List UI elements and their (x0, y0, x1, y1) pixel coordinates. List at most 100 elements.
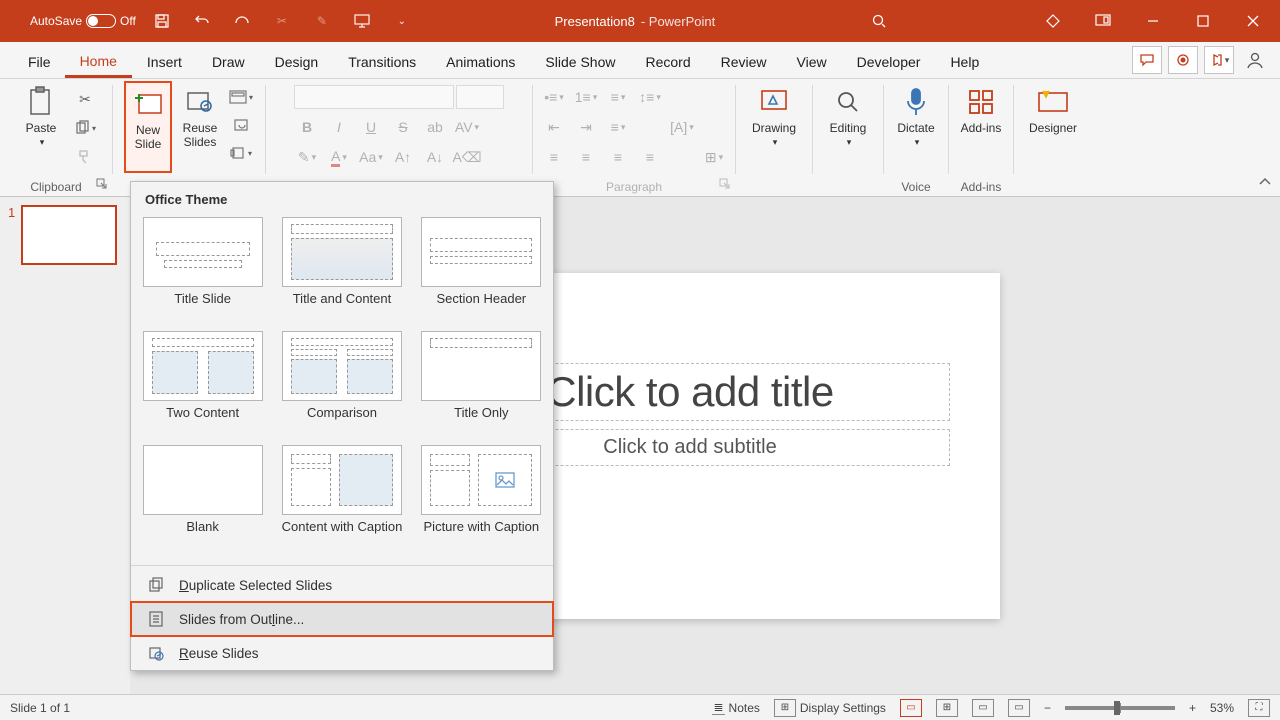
layout-blank[interactable]: Blank (141, 445, 264, 551)
addins-button[interactable]: Add-ins (954, 81, 1008, 173)
layout-title-slide[interactable]: Title Slide (141, 217, 264, 323)
account-icon[interactable] (1240, 50, 1270, 70)
drawing-button[interactable]: Drawing▾ (742, 81, 806, 173)
font-family-combo[interactable] (294, 85, 454, 109)
qat-button[interactable]: ✎ (308, 7, 336, 35)
minimize-button[interactable] (1130, 0, 1176, 42)
paste-button[interactable]: Paste▾ (14, 81, 68, 173)
tab-animations[interactable]: Animations (431, 46, 530, 78)
designer-button[interactable]: Designer (1020, 81, 1086, 173)
share-button[interactable]: ▾ (1204, 46, 1234, 74)
zoom-slider[interactable] (1065, 706, 1175, 710)
display-settings-button[interactable]: ⊞Display Settings (774, 699, 886, 717)
tab-slideshow[interactable]: Slide Show (530, 46, 630, 78)
redo-button[interactable] (228, 7, 256, 35)
format-painter-button[interactable] (72, 145, 98, 169)
numbering-button[interactable]: 1≡▾ (573, 85, 599, 109)
layout-button[interactable]: ▾ (228, 85, 254, 109)
new-slide-button[interactable]: New Slide (124, 81, 172, 173)
view-sorter-button[interactable]: ⊞ (936, 699, 958, 717)
layout-comparison[interactable]: Comparison (280, 331, 403, 437)
shadow-button[interactable]: ab (422, 115, 448, 139)
layout-section-header[interactable]: Section Header (420, 217, 543, 323)
layout-title-content[interactable]: Title and Content (280, 217, 403, 323)
layout-content-caption[interactable]: Content with Caption (280, 445, 403, 551)
maximize-button[interactable] (1180, 0, 1226, 42)
change-case-button[interactable]: Aa▾ (358, 145, 384, 169)
indent-button[interactable]: ⇥ (573, 115, 599, 139)
cut-button[interactable]: ✂ (72, 87, 98, 111)
autosave-toggle[interactable]: AutoSave Off (30, 14, 136, 28)
list-level-button[interactable]: ≡▾ (605, 85, 631, 109)
view-reading-button[interactable]: ▭ (972, 699, 994, 717)
spacing-button[interactable]: AV▾ (454, 115, 480, 139)
layout-two-content[interactable]: Two Content (141, 331, 264, 437)
dedent-button[interactable]: ⇤ (541, 115, 567, 139)
smartart-button[interactable]: ⊞▾ (701, 145, 727, 169)
align-center-button[interactable]: ≡ (573, 145, 599, 169)
dictate-button[interactable]: Dictate▾ (889, 81, 943, 173)
align-right-button[interactable]: ≡ (605, 145, 631, 169)
clear-format-button[interactable]: A⌫ (454, 145, 480, 169)
zoom-out-button[interactable]: − (1044, 701, 1051, 715)
zoom-in-button[interactable]: + (1189, 701, 1196, 715)
present-button[interactable] (348, 7, 376, 35)
tab-home[interactable]: Home (65, 45, 132, 78)
align-text-button[interactable]: ≡▾ (605, 115, 631, 139)
undo-button[interactable] (188, 7, 216, 35)
layout-picture-caption[interactable]: Picture with Caption (420, 445, 543, 551)
reuse-slides-menuitem[interactable]: Reuse Slides (131, 636, 553, 670)
strike-button[interactable]: S (390, 115, 416, 139)
fit-window-button[interactable]: ⛶ (1248, 699, 1270, 717)
view-normal-button[interactable]: ▭ (900, 699, 922, 717)
section-button[interactable]: ▾ (228, 141, 254, 165)
view-slideshow-button[interactable]: ▭ (1008, 699, 1030, 717)
font-size-combo[interactable] (456, 85, 504, 109)
tab-design[interactable]: Design (260, 46, 334, 78)
tab-file[interactable]: File (14, 46, 65, 78)
tab-record[interactable]: Record (630, 46, 705, 78)
slide-thumbnail[interactable] (21, 205, 117, 265)
record-button[interactable] (1168, 46, 1198, 74)
underline-button[interactable]: U (358, 115, 384, 139)
comments-button[interactable] (1132, 46, 1162, 74)
collapse-ribbon-icon[interactable] (1258, 174, 1272, 192)
align-left-button[interactable]: ≡ (541, 145, 567, 169)
ribbon-display-button[interactable] (1080, 0, 1126, 42)
text-direction-button[interactable]: [A]▾ (669, 115, 695, 139)
tab-review[interactable]: Review (706, 46, 782, 78)
editing-button[interactable]: Editing▾ (819, 81, 877, 173)
bold-button[interactable]: B (294, 115, 320, 139)
layout-title-only[interactable]: Title Only (420, 331, 543, 437)
tab-developer[interactable]: Developer (842, 46, 936, 78)
tab-draw[interactable]: Draw (197, 46, 260, 78)
notes-button[interactable]: ≣Notes (712, 700, 759, 715)
zoom-level[interactable]: 53% (1210, 701, 1234, 715)
font-color-button[interactable]: A▾ (326, 145, 352, 169)
shrink-font-button[interactable]: A↓ (422, 145, 448, 169)
copy-button[interactable]: ▾ (72, 116, 98, 140)
qat-customize[interactable]: ⌄ (388, 7, 416, 35)
highlight-button[interactable]: ✎▾ (294, 145, 320, 169)
justify-button[interactable]: ≡ (637, 145, 663, 169)
tab-insert[interactable]: Insert (132, 46, 197, 78)
tab-help[interactable]: Help (935, 46, 994, 78)
qat-button[interactable]: ✂ (268, 7, 296, 35)
dropdown-heading: Office Theme (131, 182, 553, 217)
reset-button[interactable] (228, 113, 254, 137)
search-icon[interactable] (867, 9, 891, 33)
tab-view[interactable]: View (782, 46, 842, 78)
line-spacing-button[interactable]: ↕≡▾ (637, 85, 663, 109)
close-button[interactable] (1230, 0, 1276, 42)
duplicate-slides-menuitem[interactable]: Duplicate Selected Slides (131, 568, 553, 602)
diamond-icon[interactable] (1030, 0, 1076, 42)
reuse-slides-button[interactable]: Reuse Slides (176, 81, 224, 173)
slides-from-outline-menuitem[interactable]: Slides from Outline... (131, 602, 553, 636)
dialog-launcher-icon[interactable] (96, 178, 110, 192)
bullets-button[interactable]: •≡▾ (541, 85, 567, 109)
tab-transitions[interactable]: Transitions (333, 46, 431, 78)
save-icon[interactable] (148, 7, 176, 35)
grow-font-button[interactable]: A↑ (390, 145, 416, 169)
dialog-launcher-icon[interactable] (719, 178, 733, 192)
italic-button[interactable]: I (326, 115, 352, 139)
